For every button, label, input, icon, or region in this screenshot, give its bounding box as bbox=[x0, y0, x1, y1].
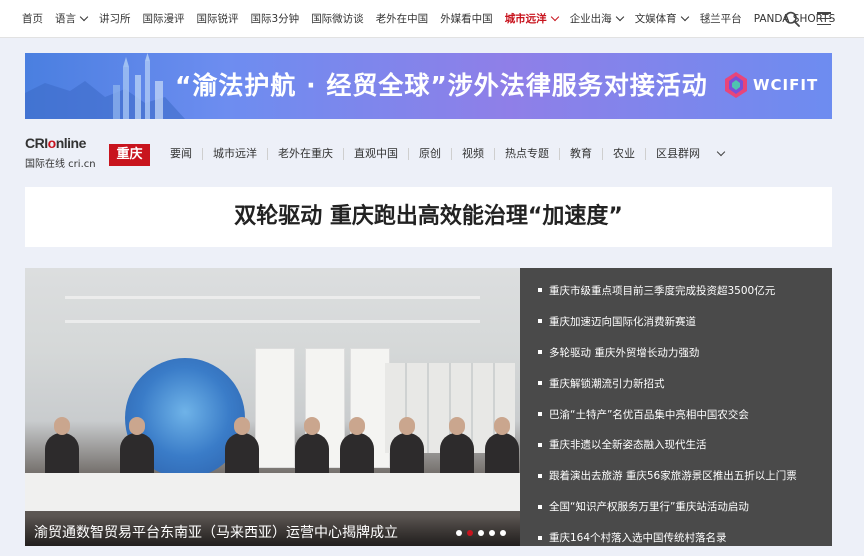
channel-navigation: 要闻 城市远洋 老外在重庆 直观中国 原创 视频 热点专题 教育 农业 区县群网 bbox=[160, 145, 726, 163]
carousel-dot-active[interactable] bbox=[467, 530, 473, 536]
carousel-dot[interactable] bbox=[478, 530, 484, 536]
news-list: 重庆市级重点项目前三季度完成投资超3500亿元 重庆加速迈向国际化消费新赛道 多… bbox=[520, 268, 832, 546]
bullet-icon bbox=[538, 442, 542, 447]
chevron-down-icon bbox=[550, 12, 559, 21]
bullet-icon bbox=[538, 381, 542, 386]
site-logo-subtitle: 国际在线 cri.cn bbox=[25, 159, 96, 170]
display-board bbox=[255, 348, 295, 468]
conference-table bbox=[25, 473, 520, 511]
topnav-item-culture[interactable]: 文娱体育 bbox=[635, 11, 689, 26]
topnav-item-foreign-media[interactable]: 外媒看中国 bbox=[440, 11, 493, 26]
top-navigation: 首页 语言 讲习所 国际漫评 国际锐评 国际3分钟 国际微访谈 老外在中国 外媒… bbox=[0, 0, 864, 38]
topnav-item-3min[interactable]: 国际3分钟 bbox=[251, 11, 300, 26]
topnav-item-foreigners[interactable]: 老外在中国 bbox=[376, 11, 429, 26]
carousel-dot[interactable] bbox=[456, 530, 462, 536]
carousel-dot[interactable] bbox=[489, 530, 495, 536]
news-list-item[interactable]: 多轮驱动 重庆外贸增长动力强劲 bbox=[520, 337, 832, 368]
carousel-caption: 渝贸通数智贸易平台东南亚（马来西亚）运营中心揭牌成立 bbox=[34, 525, 398, 541]
carousel-dot[interactable] bbox=[500, 530, 506, 536]
bullet-icon bbox=[538, 473, 542, 478]
channel-item-video[interactable]: 视频 bbox=[451, 148, 494, 160]
channel-item-agriculture[interactable]: 农业 bbox=[602, 148, 645, 160]
hamburger-menu-icon[interactable] bbox=[817, 12, 831, 25]
site-logo[interactable]: CRIonline 国际在线 cri.cn 重庆 bbox=[25, 135, 150, 171]
banner-title: “渝法护航 · 经贸全球”涉外法律服务对接活动 bbox=[175, 71, 708, 100]
channel-item-topics[interactable]: 热点专题 bbox=[494, 148, 559, 160]
search-icon[interactable] bbox=[784, 11, 800, 27]
topnav-item-language[interactable]: 语言 bbox=[55, 11, 89, 26]
carousel-dots bbox=[451, 530, 506, 536]
channel-item-city[interactable]: 城市远洋 bbox=[202, 148, 267, 160]
chevron-down-icon[interactable] bbox=[716, 147, 726, 157]
banner-logo-text: WCIFIT bbox=[753, 76, 819, 94]
news-list-item[interactable]: 重庆加速迈向国际化消费新赛道 bbox=[520, 306, 832, 337]
bullet-icon bbox=[538, 350, 542, 355]
topnav-item-home[interactable]: 首页 bbox=[22, 11, 43, 26]
ceiling-decoration bbox=[65, 296, 480, 299]
topnav-item-cartoon[interactable]: 国际漫评 bbox=[143, 11, 185, 26]
bullet-icon bbox=[538, 288, 542, 293]
channel-item-original[interactable]: 原创 bbox=[408, 148, 451, 160]
channel-item-education[interactable]: 教育 bbox=[559, 148, 602, 160]
bullet-icon bbox=[538, 319, 542, 324]
channel-item-china-view[interactable]: 直观中国 bbox=[343, 148, 408, 160]
topnav-item-commentary[interactable]: 国际锐评 bbox=[197, 11, 239, 26]
news-list-item[interactable]: 重庆解锁潮流引力新招式 bbox=[520, 368, 832, 399]
banner-logo: WCIFIT bbox=[725, 72, 818, 98]
headline[interactable]: 双轮驱动 重庆跑出高效能治理“加速度” bbox=[25, 187, 832, 247]
chevron-down-icon bbox=[79, 12, 89, 21]
bullet-icon bbox=[538, 535, 542, 540]
topnav-item-lecture[interactable]: 讲习所 bbox=[99, 11, 131, 26]
news-list-item[interactable]: 重庆非遗以全新姿态融入现代生活 bbox=[520, 429, 832, 460]
carousel-caption-bar: 渝贸通数智贸易平台东南亚（马来西亚）运营中心揭牌成立 bbox=[25, 516, 520, 546]
ceiling-decoration bbox=[65, 320, 480, 323]
news-list-item[interactable]: 巴渝“土特产”名优百品集中亮相中国农交会 bbox=[520, 399, 832, 430]
channel-item-foreigners[interactable]: 老外在重庆 bbox=[267, 148, 343, 160]
channel-item-news[interactable]: 要闻 bbox=[160, 148, 202, 160]
topnav-item-city[interactable]: 城市远洋 bbox=[505, 11, 559, 26]
carousel-slide[interactable]: 渝贸通数智贸易平台东南亚（马来西亚）运营中心揭牌成立 bbox=[25, 268, 520, 546]
bullet-icon bbox=[538, 412, 542, 416]
chevron-down-icon bbox=[680, 12, 689, 21]
topnav-item-interview[interactable]: 国际微访谈 bbox=[311, 11, 364, 26]
chevron-down-icon bbox=[615, 12, 624, 21]
bullet-icon bbox=[538, 504, 542, 509]
city-badge: 重庆 bbox=[109, 144, 150, 166]
site-logo-text: CRIonline bbox=[25, 135, 86, 151]
channel-item-districts[interactable]: 区县群网 bbox=[645, 148, 710, 160]
city-skyline-graphic bbox=[25, 53, 185, 119]
topnav-item-platform[interactable]: 毬兰平台 bbox=[700, 11, 742, 26]
news-list-item[interactable]: 跟着演出去旅游 重庆56家旅游景区推出五折以上门票 bbox=[520, 460, 832, 491]
topnav-item-enterprise[interactable]: 企业出海 bbox=[570, 11, 624, 26]
news-list-item[interactable]: 重庆164个村落入选中国传统村落名录 bbox=[520, 522, 832, 553]
wcifit-logo-icon bbox=[725, 72, 747, 98]
news-list-item[interactable]: 全国“知识产权服务万里行”重庆站活动启动 bbox=[520, 491, 832, 522]
news-list-item[interactable]: 重庆市级重点项目前三季度完成投资超3500亿元 bbox=[520, 275, 832, 306]
promo-banner[interactable]: “渝法护航 · 经贸全球”涉外法律服务对接活动 WCIFIT bbox=[25, 53, 832, 119]
